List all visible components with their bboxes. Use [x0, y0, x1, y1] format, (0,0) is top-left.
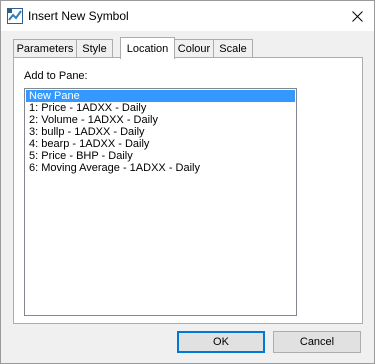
tab-scale[interactable]: Scale	[213, 39, 253, 57]
app-chart-icon	[7, 8, 23, 24]
close-button[interactable]	[340, 1, 374, 31]
tab-label: Scale	[219, 42, 247, 55]
ok-button-label: OK	[213, 336, 229, 348]
window-title: Insert New Symbol	[28, 9, 129, 23]
cancel-button-label: Cancel	[299, 336, 335, 348]
list-item-pane-4[interactable]: 4: bearp - 1ADXX - Daily	[26, 138, 295, 150]
title-bar: Insert New Symbol	[1, 1, 374, 31]
cancel-button[interactable]: Cancel	[273, 331, 361, 353]
pane-listbox[interactable]: New Pane 1: Price - 1ADXX - Daily 2: Vol…	[24, 88, 297, 316]
tab-label: Style	[82, 42, 107, 55]
tab-location[interactable]: Location	[120, 37, 175, 59]
list-item-pane-6[interactable]: 6: Moving Average - 1ADXX - Daily	[26, 162, 295, 174]
close-icon	[351, 10, 363, 22]
location-tab-panel: Add to Pane: New Pane 1: Price - 1ADXX -…	[13, 57, 363, 324]
tab-colour[interactable]: Colour	[174, 39, 214, 57]
list-item-pane-1[interactable]: 1: Price - 1ADXX - Daily	[26, 102, 295, 114]
list-item-pane-5[interactable]: 5: Price - BHP - Daily	[26, 150, 295, 162]
tab-label: Colour	[177, 42, 211, 55]
tab-label: Parameters	[16, 42, 74, 55]
list-item-new-pane[interactable]: New Pane	[26, 90, 295, 102]
list-item-pane-3[interactable]: 3: bullp - 1ADXX - Daily	[26, 126, 295, 138]
insert-new-symbol-dialog: Insert New Symbol Parameters Style Locat…	[0, 0, 375, 364]
tab-parameters[interactable]: Parameters	[13, 39, 77, 57]
tab-label: Location	[126, 42, 169, 55]
tab-style[interactable]: Style	[76, 39, 113, 57]
ok-button[interactable]: OK	[177, 331, 265, 353]
add-to-pane-label: Add to Pane:	[24, 70, 88, 82]
list-item-pane-2[interactable]: 2: Volume - 1ADXX - Daily	[26, 114, 295, 126]
